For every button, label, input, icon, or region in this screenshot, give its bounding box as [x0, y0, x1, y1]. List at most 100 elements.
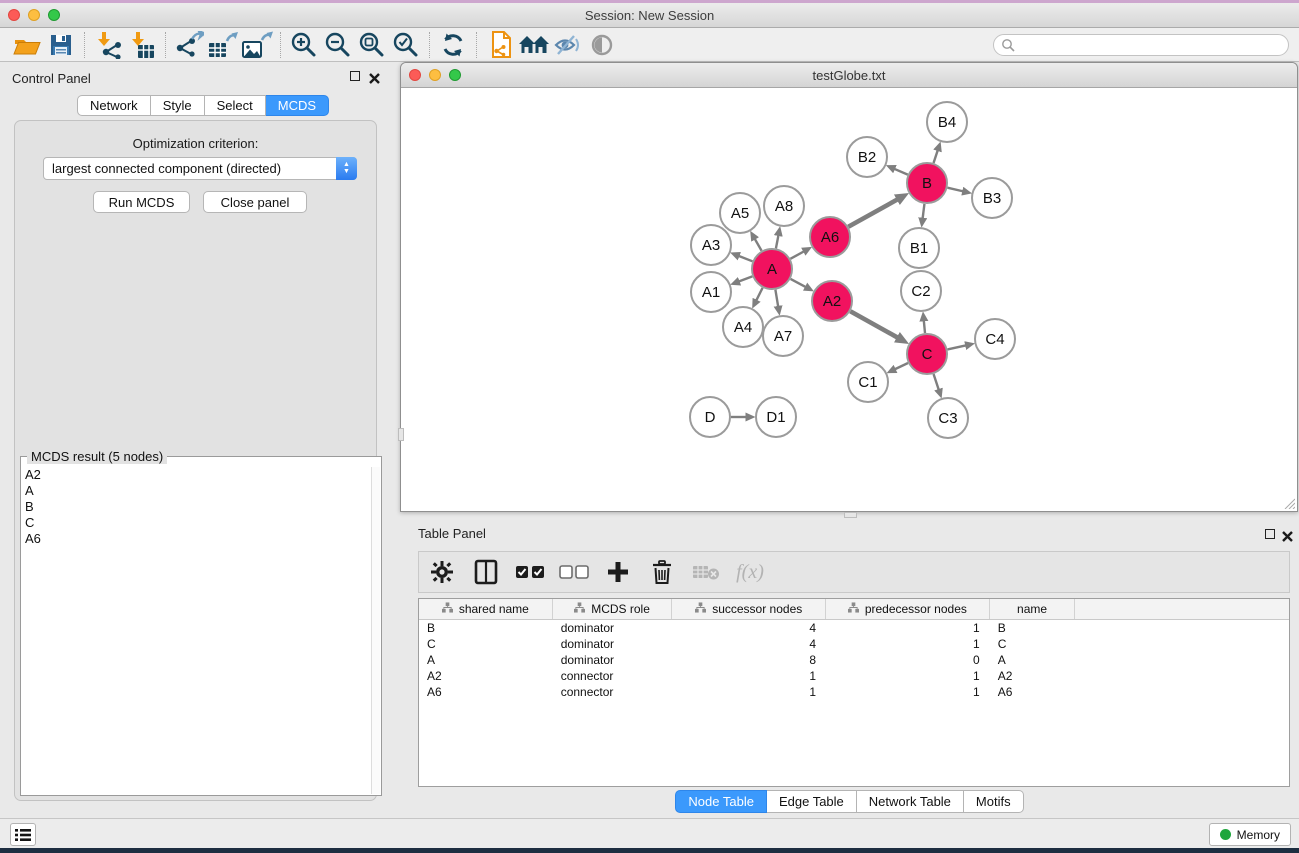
tab-network-table[interactable]: Network Table	[857, 790, 964, 813]
tab-mcds[interactable]: MCDS	[266, 95, 329, 116]
cell-shared-name[interactable]: A	[419, 653, 553, 667]
table-row[interactable]: A6connector11A6	[419, 684, 1289, 700]
show-columns-icon[interactable]	[471, 557, 501, 587]
table-row[interactable]: Adominator80A	[419, 652, 1289, 668]
node-C4[interactable]: C4	[975, 319, 1015, 359]
mcds-result-item[interactable]: A2	[25, 467, 41, 483]
cell-successor-nodes[interactable]: 4	[672, 637, 826, 651]
network-window-titlebar[interactable]: testGlobe.txt	[401, 63, 1297, 88]
tab-select[interactable]: Select	[205, 95, 266, 116]
zoom-fit-icon[interactable]	[355, 30, 389, 60]
node-C1[interactable]: C1	[848, 362, 888, 402]
scrollbar[interactable]	[371, 467, 380, 794]
memory-button[interactable]: Memory	[1209, 823, 1291, 846]
node-A8[interactable]: A8	[764, 186, 804, 226]
column-header-predecessor-nodes[interactable]: predecessor nodes	[826, 599, 990, 619]
cell-name[interactable]: A2	[990, 669, 1076, 683]
cell-MCDS-role[interactable]: connector	[553, 669, 673, 683]
cell-successor-nodes[interactable]: 8	[672, 653, 826, 667]
mcds-result-list[interactable]: A2ABCA6	[25, 467, 41, 547]
cell-successor-nodes[interactable]: 1	[672, 685, 826, 699]
cell-name[interactable]: C	[990, 637, 1076, 651]
node-C[interactable]: C	[907, 334, 947, 374]
cell-shared-name[interactable]: C	[419, 637, 553, 651]
edge-B-B2[interactable]	[895, 169, 908, 175]
node-B3[interactable]: B3	[972, 178, 1012, 218]
optimization-criterion-dropdown[interactable]: largest connected component (directed) ▲…	[43, 157, 357, 180]
tab-network[interactable]: Network	[77, 95, 151, 116]
edge-B-B1[interactable]	[923, 204, 925, 218]
edge-A-A3[interactable]	[739, 256, 753, 261]
tab-node-table[interactable]: Node Table	[675, 790, 767, 813]
node-B1[interactable]: B1	[899, 228, 939, 268]
edge-A-A4[interactable]	[756, 288, 762, 300]
node-A4[interactable]: A4	[723, 307, 763, 347]
cell-name[interactable]: B	[990, 621, 1076, 635]
cell-MCDS-role[interactable]: dominator	[553, 621, 673, 635]
cell-MCDS-role[interactable]: dominator	[553, 653, 673, 667]
cell-MCDS-role[interactable]: dominator	[553, 637, 673, 651]
node-A2[interactable]: A2	[812, 281, 852, 321]
show-details-icon[interactable]	[585, 30, 619, 60]
cell-successor-nodes[interactable]: 4	[672, 621, 826, 635]
node-B4[interactable]: B4	[927, 102, 967, 142]
zoom-selected-icon[interactable]	[389, 30, 423, 60]
node-C3[interactable]: C3	[928, 398, 968, 438]
cell-successor-nodes[interactable]: 1	[672, 669, 826, 683]
node-table[interactable]: shared nameMCDS rolesuccessor nodesprede…	[418, 598, 1290, 787]
add-column-icon[interactable]	[603, 557, 633, 587]
search-input[interactable]	[1015, 38, 1281, 52]
node-A1[interactable]: A1	[691, 272, 731, 312]
column-header-MCDS-role[interactable]: MCDS role	[553, 599, 673, 619]
edge-B-B4[interactable]	[934, 151, 938, 164]
save-icon[interactable]	[44, 30, 78, 60]
export-table-icon[interactable]	[206, 30, 240, 60]
node-A6[interactable]: A6	[810, 217, 850, 257]
mcds-result-item[interactable]: A	[25, 483, 41, 499]
export-network-icon[interactable]	[172, 30, 206, 60]
network-canvas[interactable]: B4B2BB3A5A8A6A3B1AA1C2A2A4A7C4CC1C3DD1	[402, 89, 1296, 511]
node-A3[interactable]: A3	[691, 225, 731, 265]
column-header-successor-nodes[interactable]: successor nodes	[672, 599, 826, 619]
edge-A-A2[interactable]	[791, 279, 806, 287]
mcds-result-item[interactable]: C	[25, 515, 41, 531]
home-icon[interactable]	[517, 30, 551, 60]
task-history-button[interactable]	[10, 823, 36, 846]
search-field[interactable]	[993, 34, 1289, 56]
column-header-shared-name[interactable]: shared name	[419, 599, 553, 619]
column-header-name[interactable]: name	[990, 599, 1076, 619]
run-mcds-button[interactable]: Run MCDS	[93, 191, 190, 213]
network-document-icon[interactable]	[483, 30, 517, 60]
float-panel-icon[interactable]	[350, 71, 362, 83]
zoom-in-icon[interactable]	[287, 30, 321, 60]
node-D1[interactable]: D1	[756, 397, 796, 437]
edge-A6-B[interactable]	[848, 200, 897, 227]
edge-A-A7[interactable]	[775, 290, 778, 307]
cell-shared-name[interactable]: A2	[419, 669, 553, 683]
edge-A-A5[interactable]	[755, 239, 762, 251]
cell-name[interactable]: A6	[990, 685, 1076, 699]
cell-predecessor-nodes[interactable]: 1	[826, 685, 990, 699]
export-image-icon[interactable]	[240, 30, 274, 60]
edge-B-B3[interactable]	[947, 188, 962, 192]
open-folder-icon[interactable]	[10, 30, 44, 60]
edge-C-C2[interactable]	[924, 321, 925, 333]
cell-predecessor-nodes[interactable]: 1	[826, 621, 990, 635]
node-D[interactable]: D	[690, 397, 730, 437]
hide-details-icon[interactable]	[551, 30, 585, 60]
node-B[interactable]: B	[907, 163, 947, 203]
close-panel-button[interactable]: Close panel	[203, 191, 307, 213]
cell-shared-name[interactable]: A6	[419, 685, 553, 699]
table-row[interactable]: A2connector11A2	[419, 668, 1289, 684]
import-table-icon[interactable]	[125, 30, 159, 60]
select-all-icon[interactable]	[515, 557, 545, 587]
tab-edge-table[interactable]: Edge Table	[767, 790, 857, 813]
edge-A2-C[interactable]	[850, 311, 897, 337]
cell-shared-name[interactable]: B	[419, 621, 553, 635]
mcds-result-item[interactable]: A6	[25, 531, 41, 547]
edge-A-A1[interactable]	[739, 276, 752, 281]
float-panel-icon[interactable]	[1265, 529, 1277, 541]
node-C2[interactable]: C2	[901, 271, 941, 311]
close-panel-icon[interactable]	[369, 71, 381, 83]
tab-style[interactable]: Style	[151, 95, 205, 116]
